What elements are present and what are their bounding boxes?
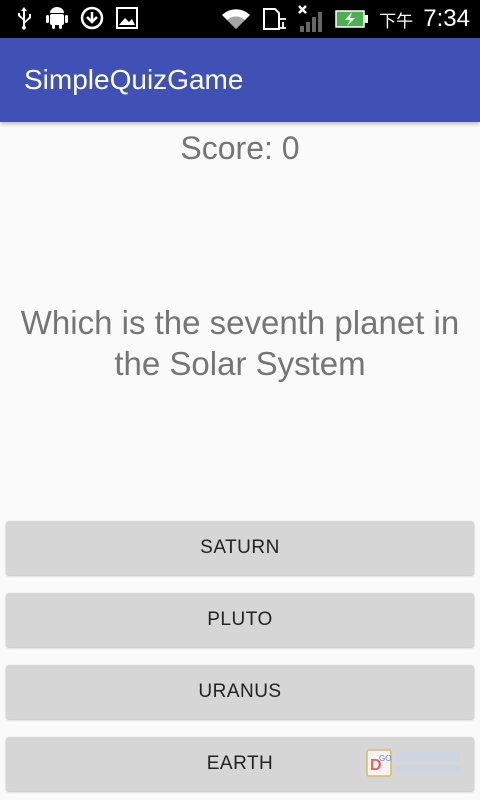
answer-button-saturn[interactable]: SATURN bbox=[6, 521, 474, 575]
watermark-logo: D GO bbox=[366, 748, 464, 778]
signal-icon bbox=[297, 4, 325, 34]
app-bar: SimpleQuizGame bbox=[0, 38, 480, 122]
status-left-icons bbox=[14, 6, 138, 30]
clock-period: 下午 bbox=[379, 11, 414, 31]
score-text: Score: 0 bbox=[180, 130, 300, 166]
battery-charging-icon bbox=[335, 9, 369, 29]
usb-icon bbox=[14, 6, 34, 30]
status-bar: 下午 7:34 bbox=[0, 0, 480, 38]
android-debug-icon bbox=[46, 6, 68, 30]
sd-card-icon bbox=[261, 6, 287, 32]
svg-text:GO: GO bbox=[379, 754, 391, 763]
clock-time: 7:34 bbox=[423, 5, 470, 32]
image-icon bbox=[116, 7, 138, 29]
wifi-icon bbox=[221, 7, 251, 31]
answer-button-pluto[interactable]: PLUTO bbox=[6, 593, 474, 647]
question-text: Which is the seventh planet in the Solar… bbox=[20, 304, 460, 382]
status-right-icons: 下午 7:34 bbox=[221, 3, 470, 35]
app-title: SimpleQuizGame bbox=[24, 64, 244, 95]
answer-button-uranus[interactable]: URANUS bbox=[6, 665, 474, 719]
download-icon bbox=[80, 6, 104, 30]
